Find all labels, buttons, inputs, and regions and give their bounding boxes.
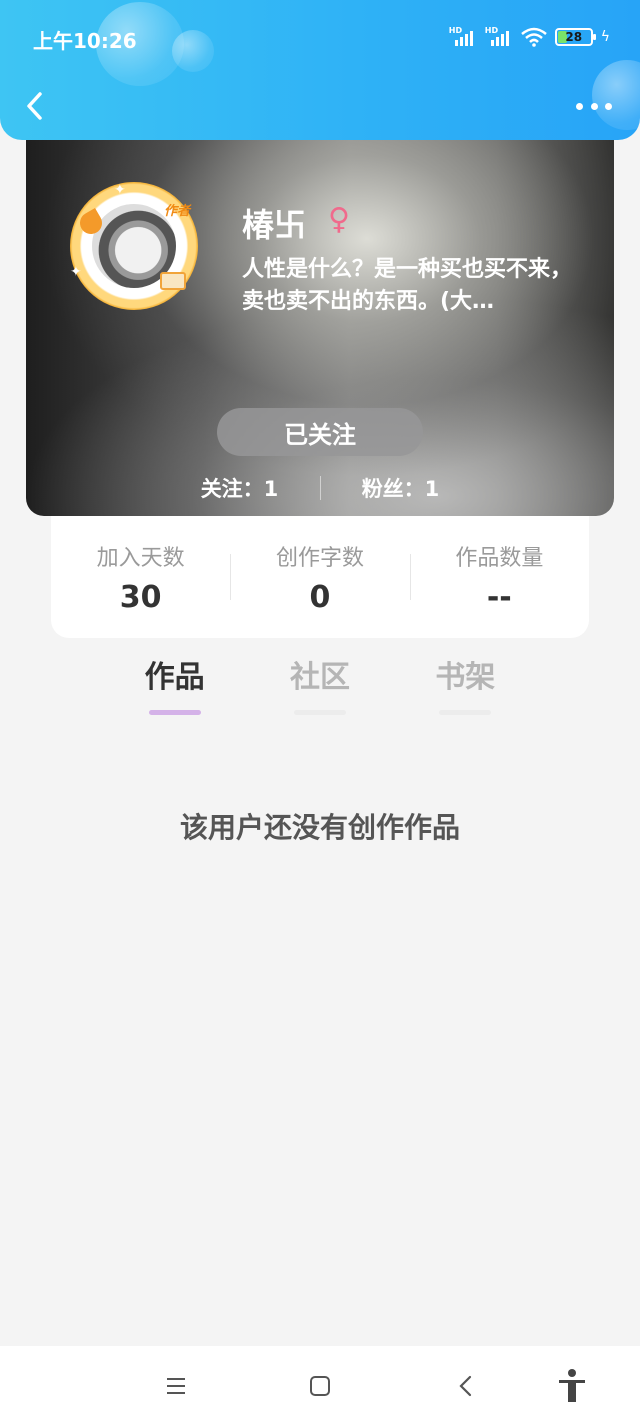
decor-bubble (592, 60, 640, 130)
follow-counts: 关注：1 粉丝：1 (26, 470, 614, 506)
battery-icon: 28 (554, 28, 596, 46)
tab-label: 作品 (144, 660, 205, 695)
tab-bookshelf[interactable]: 书架 (393, 652, 538, 716)
book-icon (160, 272, 186, 290)
user-bio[interactable]: 人性是什么？是一种买也买不来，卖也卖不出的东西。(大… (242, 254, 582, 318)
signal-icon: HD (449, 26, 477, 48)
stat-label: 加入天数 (96, 546, 185, 571)
back-button[interactable] (20, 86, 52, 126)
following-count[interactable]: 关注：1 (170, 473, 310, 503)
menu-icon (167, 1378, 185, 1394)
system-back-button[interactable] (446, 1366, 486, 1406)
avatar[interactable]: 作者 ✦ ✦ (70, 182, 198, 310)
stat-value: -- (486, 580, 512, 615)
top-header: 上午10:26 HD HD 28 ϟ (0, 0, 640, 140)
menu-button[interactable] (156, 1366, 196, 1406)
tab-indicator (293, 710, 346, 715)
tab-label: 社区 (289, 660, 350, 695)
stat-join-days: 加入天数 30 (51, 516, 230, 638)
home-button[interactable] (300, 1366, 340, 1406)
stat-value: 0 (309, 580, 331, 615)
stat-label: 创作字数 (275, 546, 364, 571)
sparkle-icon: ✦ (70, 264, 82, 280)
author-badge: 作者 (163, 204, 190, 219)
username: 椿卐 (242, 206, 307, 244)
tab-label: 书架 (435, 660, 496, 695)
profile-card: 作者 ✦ ✦ 椿卐 ♀ 人性是什么？是一种买也买不来，卖也卖不出的东西。(大… … (26, 120, 614, 516)
network-type-label: HD (448, 26, 463, 35)
more-dot (605, 102, 612, 110)
stats-card: 加入天数 30 创作字数 0 作品数量 -- (51, 516, 589, 638)
decor-bubble (172, 30, 214, 72)
home-square-icon (310, 1376, 330, 1396)
wifi-icon (520, 27, 547, 47)
followers-count[interactable]: 粉丝：1 (331, 473, 471, 503)
content-tabs: 作品 社区 书架 (102, 652, 538, 716)
system-nav-bar (0, 1346, 640, 1422)
tab-community[interactable]: 社区 (247, 652, 392, 716)
stat-label: 作品数量 (455, 546, 544, 571)
follow-button[interactable]: 已关注 (217, 408, 423, 456)
chevron-left-icon (27, 92, 42, 120)
stat-value: 30 (119, 580, 162, 615)
tab-indicator (148, 710, 201, 715)
back-chevron-icon (459, 1375, 472, 1397)
stat-works-count: 作品数量 -- (409, 516, 589, 638)
sparkle-icon: ✦ (114, 182, 126, 198)
more-dot (576, 102, 583, 110)
more-options-button[interactable] (576, 96, 612, 116)
tab-indicator (439, 710, 492, 715)
accessibility-button[interactable] (552, 1366, 592, 1406)
status-time: 上午10:26 (33, 29, 137, 53)
network-type-label: HD (484, 26, 499, 35)
empty-state-message: 该用户还没有创作作品 (179, 811, 460, 844)
female-icon: ♀ (328, 202, 350, 237)
stat-word-count: 创作字数 0 (230, 516, 409, 638)
charging-icon: ϟ (600, 29, 610, 45)
status-icons: HD HD 28 ϟ (449, 24, 610, 50)
signal-icon: HD (485, 26, 513, 48)
accessibility-icon (559, 1369, 585, 1402)
battery-level: 28 (565, 30, 583, 44)
divider (319, 476, 321, 500)
tab-works[interactable]: 作品 (102, 652, 247, 716)
more-dot (590, 102, 598, 110)
